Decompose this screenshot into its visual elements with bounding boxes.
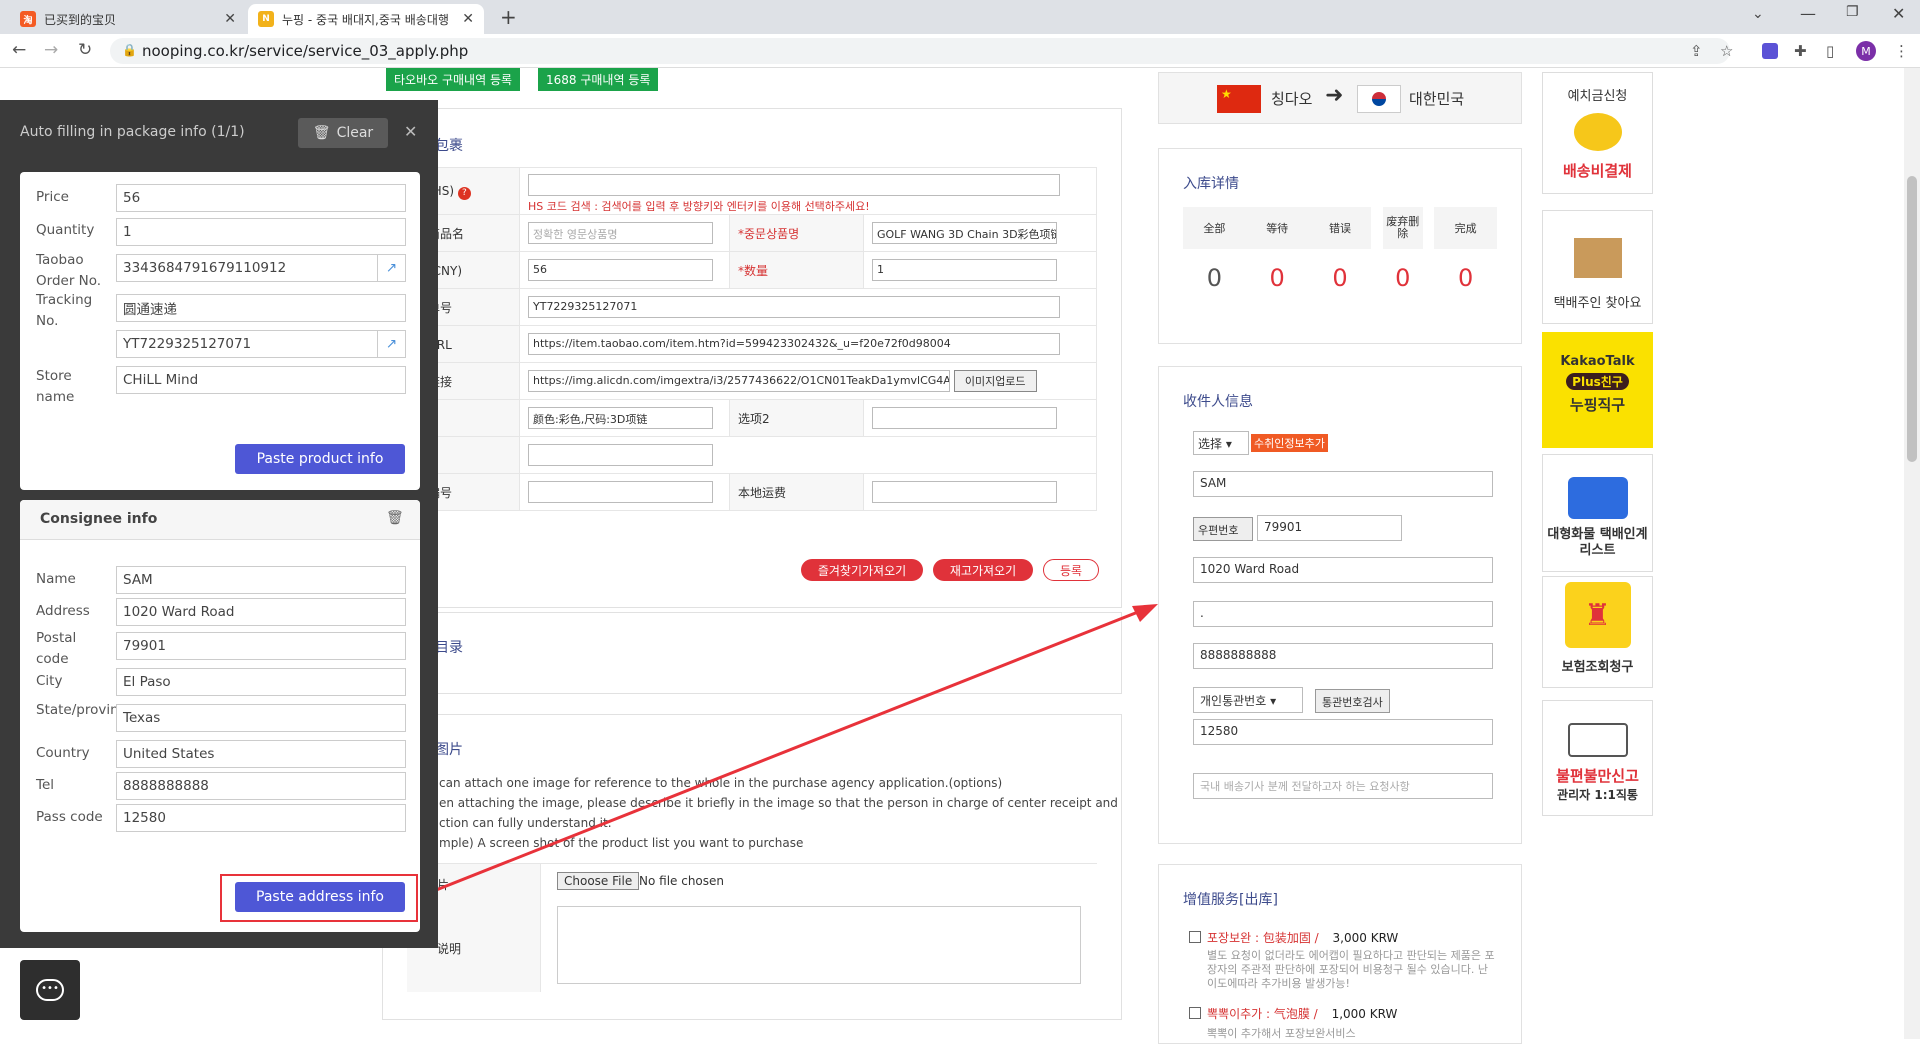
field-label: Tracking No. xyxy=(36,292,93,329)
autofill-popup: Auto filling in package info (1/1) 🗑 Clea… xyxy=(0,100,438,948)
field-input[interactable]: YT7229325127071 ↗ xyxy=(116,330,406,358)
field-label: Country xyxy=(36,745,90,761)
open-link-icon[interactable]: ↗ xyxy=(377,255,405,281)
field-label: City xyxy=(36,673,63,689)
field-input[interactable]: 圆通速递 xyxy=(116,294,406,322)
product-card: Price 56 Quantity 1 Taobao Order No. 33436847… xyxy=(20,172,420,490)
consignee-title: Consignee info xyxy=(40,511,158,527)
paste-address-button[interactable]: Paste address info xyxy=(235,882,405,912)
field-input[interactable]: 8888888888 xyxy=(116,772,406,800)
field-input[interactable]: CHiLL Mind xyxy=(116,366,406,394)
close-popup-icon[interactable]: ✕ xyxy=(404,122,417,141)
field-input[interactable]: 56 xyxy=(116,184,406,212)
field-label: State/province xyxy=(36,702,135,718)
field-label: Name xyxy=(36,571,76,587)
open-link-icon[interactable]: ↗ xyxy=(377,331,405,357)
field-input[interactable]: 79901 xyxy=(116,632,406,660)
field-label: Price xyxy=(36,189,69,205)
trash-icon[interactable]: 🗑 xyxy=(386,510,404,526)
consignee-card: Consignee info 🗑 Name SAM Address 1020 Ward… xyxy=(20,500,420,932)
field-input[interactable]: Texas xyxy=(116,704,406,732)
basket-icon: 🗑 xyxy=(312,125,331,141)
paste-product-button[interactable]: Paste product info xyxy=(235,444,405,474)
chat-bubble-icon: ••• xyxy=(36,979,64,1001)
field-label: Taobao Order No. xyxy=(36,252,102,289)
field-label: Quantity xyxy=(36,222,95,238)
clear-button[interactable]: 🗑 Clear xyxy=(298,118,388,148)
field-label: Store name xyxy=(36,368,75,405)
field-input[interactable]: 12580 xyxy=(116,804,406,832)
field-input[interactable]: 3343684791679110912 ↗ xyxy=(116,254,406,282)
field-input[interactable]: 1020 Ward Road xyxy=(116,598,406,626)
chat-button[interactable]: ••• xyxy=(20,960,80,1020)
field-label: Pass code xyxy=(36,809,103,825)
field-label: Address xyxy=(36,603,90,619)
field-input[interactable]: 1 xyxy=(116,218,406,246)
field-label: Tel xyxy=(36,777,55,793)
field-input[interactable]: SAM xyxy=(116,566,406,594)
field-label: Postal code xyxy=(36,630,77,667)
field-input[interactable]: El Paso xyxy=(116,668,406,696)
popup-title: Auto filling in package info (1/1) xyxy=(20,124,245,140)
field-input[interactable]: United States xyxy=(116,740,406,768)
